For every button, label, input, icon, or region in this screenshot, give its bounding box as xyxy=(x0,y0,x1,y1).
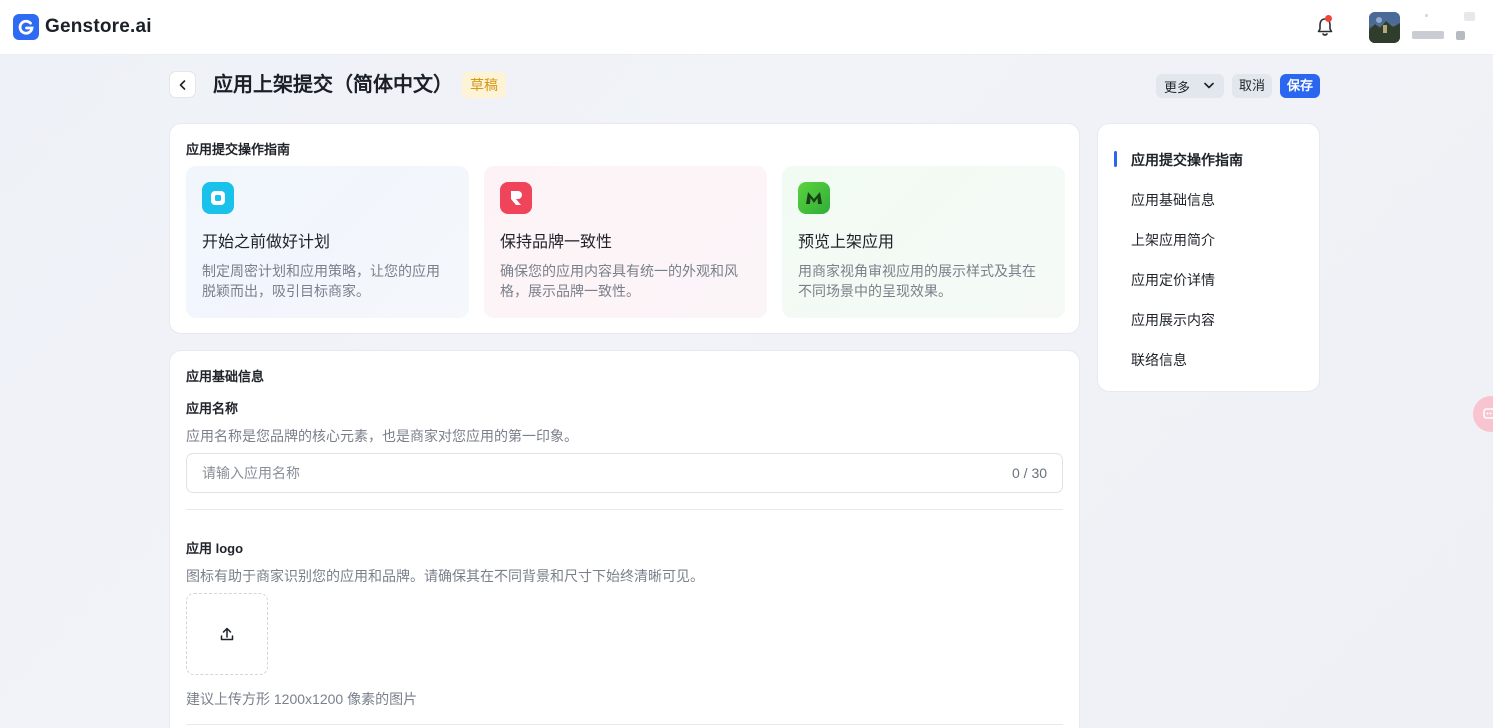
app-logo-label: 应用 logo xyxy=(186,541,244,556)
guide-item-title: 保持品牌一致性 xyxy=(500,234,613,251)
assistant-icon xyxy=(1483,408,1493,419)
chevron-down-icon xyxy=(1204,82,1214,89)
user-info-redacted xyxy=(1464,12,1475,21)
floating-assistant-button[interactable] xyxy=(1473,396,1493,432)
basic-info-card: 应用基础信息 应用名称 应用名称是您品牌的核心元素，也是商家对您应用的第一印象。… xyxy=(169,350,1080,728)
nav-item-guide[interactable]: 应用提交操作指南 xyxy=(1131,150,1243,170)
status-badge: 草稿 xyxy=(462,72,506,98)
guide-item-desc: 用商家视角审视应用的展示样式及其在不同场景中的呈现效果。 xyxy=(798,263,1036,299)
genstore-logo-icon xyxy=(13,14,39,40)
guide-item-title: 开始之前做好计划 xyxy=(202,234,331,251)
divider xyxy=(186,724,1063,725)
app-logo-desc: 图标有助于商家识别您的应用和品牌。请确保其在不同背景和尺寸下始终清晰可见。 xyxy=(186,568,704,584)
notification-dot xyxy=(1325,15,1332,22)
user-menu-redacted[interactable] xyxy=(1456,31,1465,40)
cancel-button[interactable]: 取消 xyxy=(1232,74,1272,98)
chevron-left-icon xyxy=(179,79,185,90)
guide-item-desc: 确保您的应用内容具有统一的外观和风格，展示品牌一致性。 xyxy=(500,263,738,299)
square-app-icon xyxy=(202,182,234,214)
more-button-label: 更多 xyxy=(1164,79,1191,95)
upload-icon xyxy=(220,627,234,641)
avatar[interactable] xyxy=(1369,12,1400,43)
brand-name: Genstore.ai xyxy=(45,16,152,37)
basic-info-section-title: 应用基础信息 xyxy=(186,369,265,384)
nav-item-display[interactable]: 应用展示内容 xyxy=(1131,310,1215,330)
brand[interactable]: Genstore.ai xyxy=(13,14,152,40)
app-name-label: 应用名称 xyxy=(186,401,239,416)
logo-hint: 建议上传方形 1200x1200 像素的图片 xyxy=(186,691,418,707)
guide-item-title: 预览上架应用 xyxy=(798,234,895,251)
nav-item-contact[interactable]: 联络信息 xyxy=(1131,350,1187,370)
preview-m-icon xyxy=(798,182,830,214)
char-counter: 0 / 30 xyxy=(1012,465,1048,481)
guide-section-title: 应用提交操作指南 xyxy=(186,142,291,157)
section-nav-card: 应用提交操作指南 应用基础信息 上架应用简介 应用定价详情 应用展示内容 联络信… xyxy=(1097,123,1320,392)
brand-r-icon xyxy=(500,182,532,214)
guide-item-desc: 制定周密计划和应用策略，让您的应用脱颖而出，吸引目标商家。 xyxy=(202,263,440,299)
submission-guide-card: 应用提交操作指南 开始之前做好计划 制定周密计划和应用策略，让您的应用脱颖而出，… xyxy=(169,123,1080,334)
guide-item-brand: 保持品牌一致性 确保您的应用内容具有统一的外观和风格，展示品牌一致性。 xyxy=(484,166,767,318)
back-button[interactable] xyxy=(169,71,196,98)
app-name-input[interactable] xyxy=(186,453,1063,493)
user-name-redacted xyxy=(1412,31,1444,39)
app-name-desc: 应用名称是您品牌的核心元素，也是商家对您应用的第一印象。 xyxy=(186,428,578,444)
active-nav-marker xyxy=(1114,151,1117,167)
nav-item-intro[interactable]: 上架应用简介 xyxy=(1131,230,1215,250)
guide-item-preview: 预览上架应用 用商家视角审视应用的展示样式及其在不同场景中的呈现效果。 xyxy=(782,166,1065,318)
page-title: 应用上架提交（简体中文） xyxy=(213,74,453,96)
top-bar: Genstore.ai xyxy=(0,0,1493,55)
nav-item-pricing[interactable]: 应用定价详情 xyxy=(1131,270,1215,290)
divider xyxy=(186,509,1063,510)
user-info-redacted xyxy=(1425,14,1428,17)
nav-item-basic-info[interactable]: 应用基础信息 xyxy=(1131,190,1215,210)
guide-item-plan: 开始之前做好计划 制定周密计划和应用策略，让您的应用脱颖而出，吸引目标商家。 xyxy=(186,166,469,318)
logo-upload-button[interactable] xyxy=(186,593,268,675)
save-button[interactable]: 保存 xyxy=(1280,74,1320,98)
more-button[interactable]: 更多 xyxy=(1156,74,1224,98)
